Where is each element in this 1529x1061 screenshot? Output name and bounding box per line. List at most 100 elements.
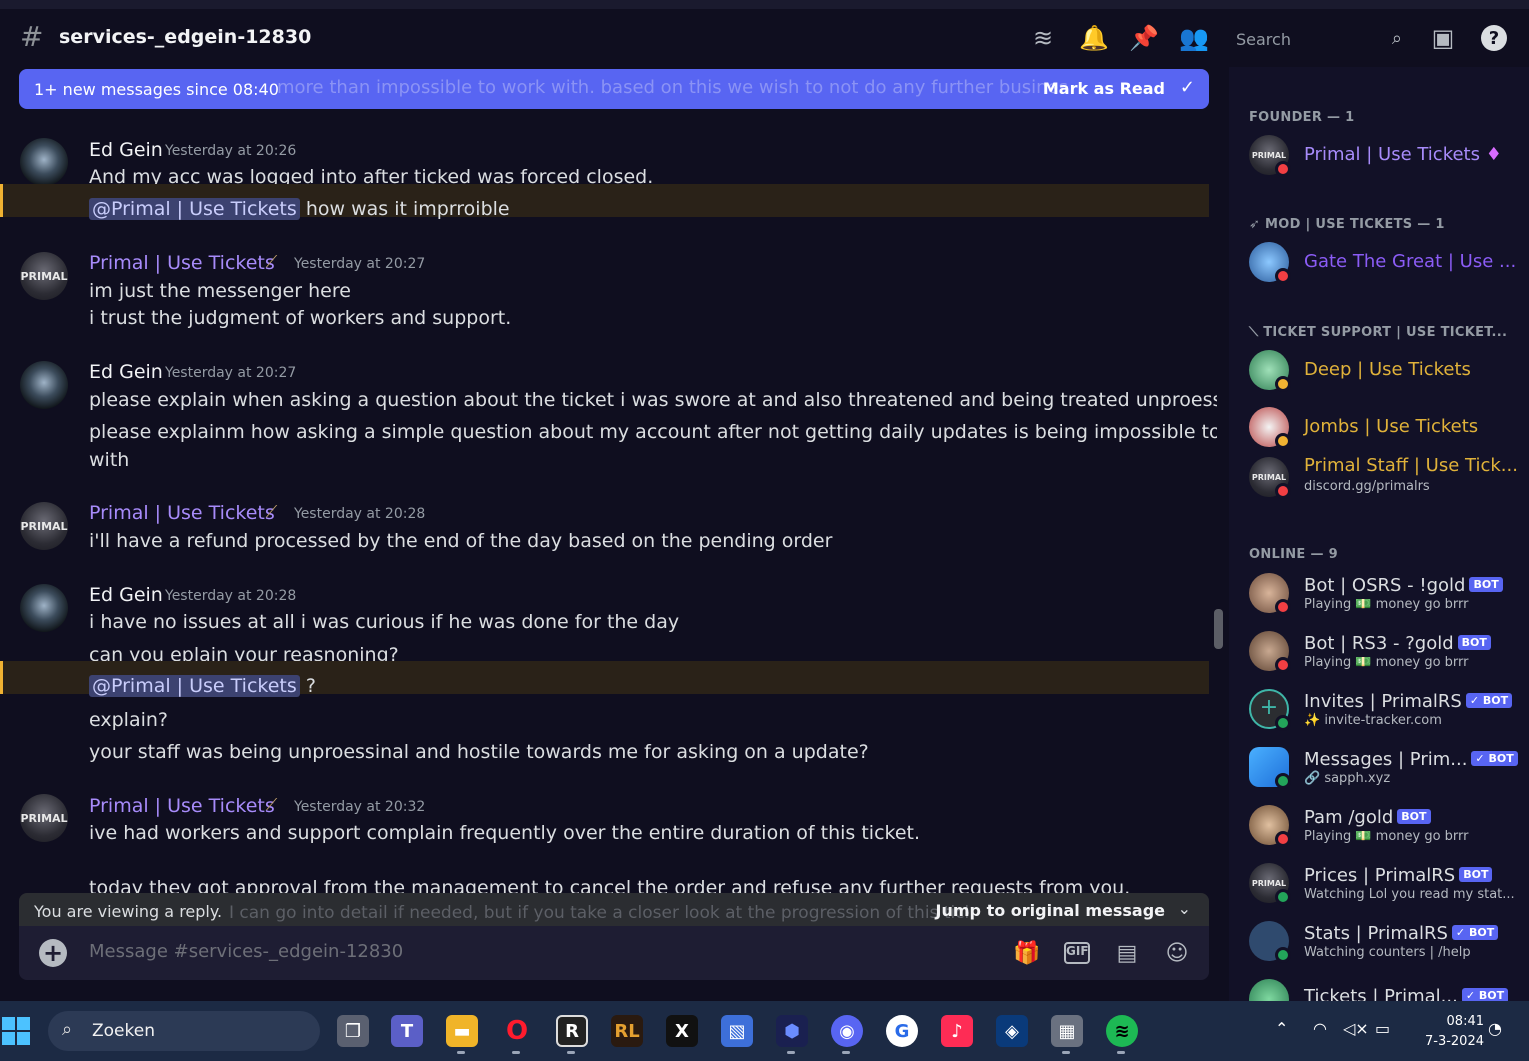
jump-to-original-button[interactable]: Jump to original message [936,901,1165,920]
bot-badge: ✓ BOT [1451,925,1499,940]
mark-read-icon: ✓ [1179,77,1195,98]
user-mention[interactable]: @Primal | Use Tickets [89,198,300,220]
message-author[interactable]: Ed Gein [89,139,163,161]
member-item[interactable]: PRIMAL Primal | Use Tickets ♦ [1229,133,1529,183]
search-placeholder: Search [1236,29,1291,49]
rl-app-icon[interactable]: RL [611,1015,643,1047]
member-item[interactable]: Bot | OSRS - !gold BOT Playing 💵 money go… [1229,565,1529,615]
clock-date: 7-3-2024 [1424,1034,1484,1049]
calculator-icon[interactable]: ▦ [1051,1015,1083,1047]
online-status-icon [1275,773,1291,789]
volume-muted-icon[interactable]: ◁× [1343,1019,1369,1038]
chevron-up-icon[interactable]: ⌃ [1275,1019,1288,1038]
member-status-text: Playing 💵 money go brrr [1304,655,1469,670]
avatar[interactable] [20,361,68,409]
discord-icon[interactable]: ◉ [831,1015,863,1047]
taskbar-search-text: Zoeken [92,1021,155,1041]
message-author[interactable]: Ed Gein [89,361,163,383]
sticker-icon[interactable]: ▤ [1112,938,1142,968]
dnd-status-icon [1275,483,1291,499]
message-author[interactable]: Primal | Use Tickets [89,795,275,817]
message-composer[interactable]: + Message #services-_edgein-12830 🎁 GIF … [19,926,1209,980]
pin-icon[interactable]: 📌 [1129,23,1159,53]
x-app-icon[interactable]: X [666,1015,698,1047]
new-messages-banner[interactable]: 1+ new messages since 08:40 more than im… [19,69,1209,109]
remote-desktop-icon[interactable]: ▧ [721,1015,753,1047]
member-name: Primal Staff | Use Tick... [1304,455,1518,476]
member-status-text: Watching Lol you read my stat... [1304,887,1515,902]
windows-start-icon[interactable] [2,1017,30,1045]
message-author[interactable]: Ed Gein [89,584,163,606]
reply-ghost-text: I can go into detail if needed, but if y… [229,903,969,923]
emoji-icon[interactable]: ☺ [1162,938,1192,968]
inbox-icon[interactable]: ▣ [1428,23,1458,53]
message-text: @Primal | Use Tickets ? [89,675,316,697]
browser-icon[interactable]: G [886,1015,918,1047]
member-item[interactable]: Bot | RS3 - ?gold BOT Playing 💵 money go … [1229,623,1529,673]
tiktok-icon[interactable]: ♪ [941,1015,973,1047]
battery-icon[interactable]: ▭ [1375,1019,1390,1038]
system-clock[interactable]: 08:41 7-3-2024 [1408,1012,1484,1052]
message-text: i have no issues at all i was curious if… [89,611,680,633]
members-icon[interactable]: 👥 [1179,23,1209,53]
avatar[interactable]: PRIMAL [20,794,68,842]
teams-icon[interactable]: T [391,1015,423,1047]
clock-time: 08:41 [1446,1014,1484,1029]
user-mention[interactable]: @Primal | Use Tickets [89,675,300,697]
running-indicator [842,1051,850,1054]
game-icon[interactable]: ◈ [996,1015,1028,1047]
discord-app: # services-_edgein-12830 ≋ 🔔 📌 👥 Search … [0,9,1529,1001]
message-text: with [89,449,130,471]
member-name: Jombs | Use Tickets [1304,416,1479,437]
member-item[interactable]: + Invites | PrimalRS ✓ BOT ✨ invite-track… [1229,681,1529,731]
member-item[interactable]: Pam /gold BOT Playing 💵 money go brrr [1229,797,1529,847]
member-item[interactable]: Messages | Prim... ✓ BOT 🔗 sapph.xyz [1229,739,1529,789]
running-indicator [787,1051,795,1054]
app-icon[interactable]: ⬢ [776,1015,808,1047]
wifi-icon[interactable]: ◠ [1313,1019,1327,1038]
message-text: please explainm how asking a simple ques… [89,421,1217,443]
running-indicator [1117,1051,1125,1054]
message-author[interactable]: Primal | Use Tickets [89,252,275,274]
bot-badge: ✓ BOT [1471,751,1518,766]
message-author[interactable]: Primal | Use Tickets [89,502,275,524]
notification-icon[interactable]: ◔ [1488,1019,1502,1038]
taskbar-search[interactable]: ⌕ Zoeken [48,1011,320,1051]
task-view-icon[interactable]: ❐ [337,1015,369,1047]
runelite-icon[interactable]: R [556,1015,588,1047]
avatar[interactable]: PRIMAL [20,502,68,550]
threads-icon[interactable]: ≋ [1028,23,1058,53]
message-input[interactable]: Message #services-_edgein-12830 [89,941,403,962]
message-text: please explain when asking a question ab… [89,389,1217,411]
member-status-text: ✨ invite-tracker.com [1304,713,1442,728]
mark-as-read-button[interactable]: Mark as Read [1043,79,1165,98]
chevron-down-icon[interactable]: ⌄ [1178,899,1191,918]
bell-icon[interactable]: 🔔 [1079,23,1109,53]
role-icon: ⟋ [266,795,278,814]
opera-icon[interactable]: O [501,1015,533,1047]
help-icon[interactable]: ? [1479,23,1509,53]
spotify-icon[interactable]: ≋ [1106,1015,1138,1047]
member-item[interactable]: Stats | PrimalRS ✓ BOT Watching counters … [1229,913,1529,963]
gif-button[interactable]: GIF [1062,938,1092,968]
file-explorer-icon[interactable]: ▬ [446,1015,478,1047]
window-top-strip [0,0,1529,9]
search-input[interactable]: Search ⌕ [1226,24,1412,54]
member-item[interactable]: Jombs | Use Tickets [1229,405,1529,455]
message-text: i trust the judgment of workers and supp… [89,307,512,329]
avatar[interactable] [20,584,68,632]
member-item[interactable]: Tickets | Primal... ✓ BOT [1229,971,1529,1001]
member-status-text: 🔗 sapph.xyz [1304,771,1391,786]
chat-scrollbar[interactable] [1214,609,1223,649]
member-item[interactable]: Deep | Use Tickets [1229,348,1529,398]
reply-notice: You are viewing a reply. [34,901,223,921]
avatar[interactable] [20,138,68,186]
idle-status-icon [1275,433,1291,449]
avatar[interactable]: PRIMAL [20,252,68,300]
member-item[interactable]: PRIMAL Prices | PrimalRS BOT Watching Lol… [1229,855,1529,905]
gift-icon[interactable]: 🎁 [1012,938,1042,968]
add-attachment-icon[interactable]: + [39,939,67,967]
member-item[interactable]: Gate The Great | Use ... [1229,240,1529,290]
member-name: Stats | PrimalRS ✓ BOT [1304,923,1499,944]
member-item[interactable]: PRIMAL Primal Staff | Use Tick... discor… [1229,455,1529,505]
